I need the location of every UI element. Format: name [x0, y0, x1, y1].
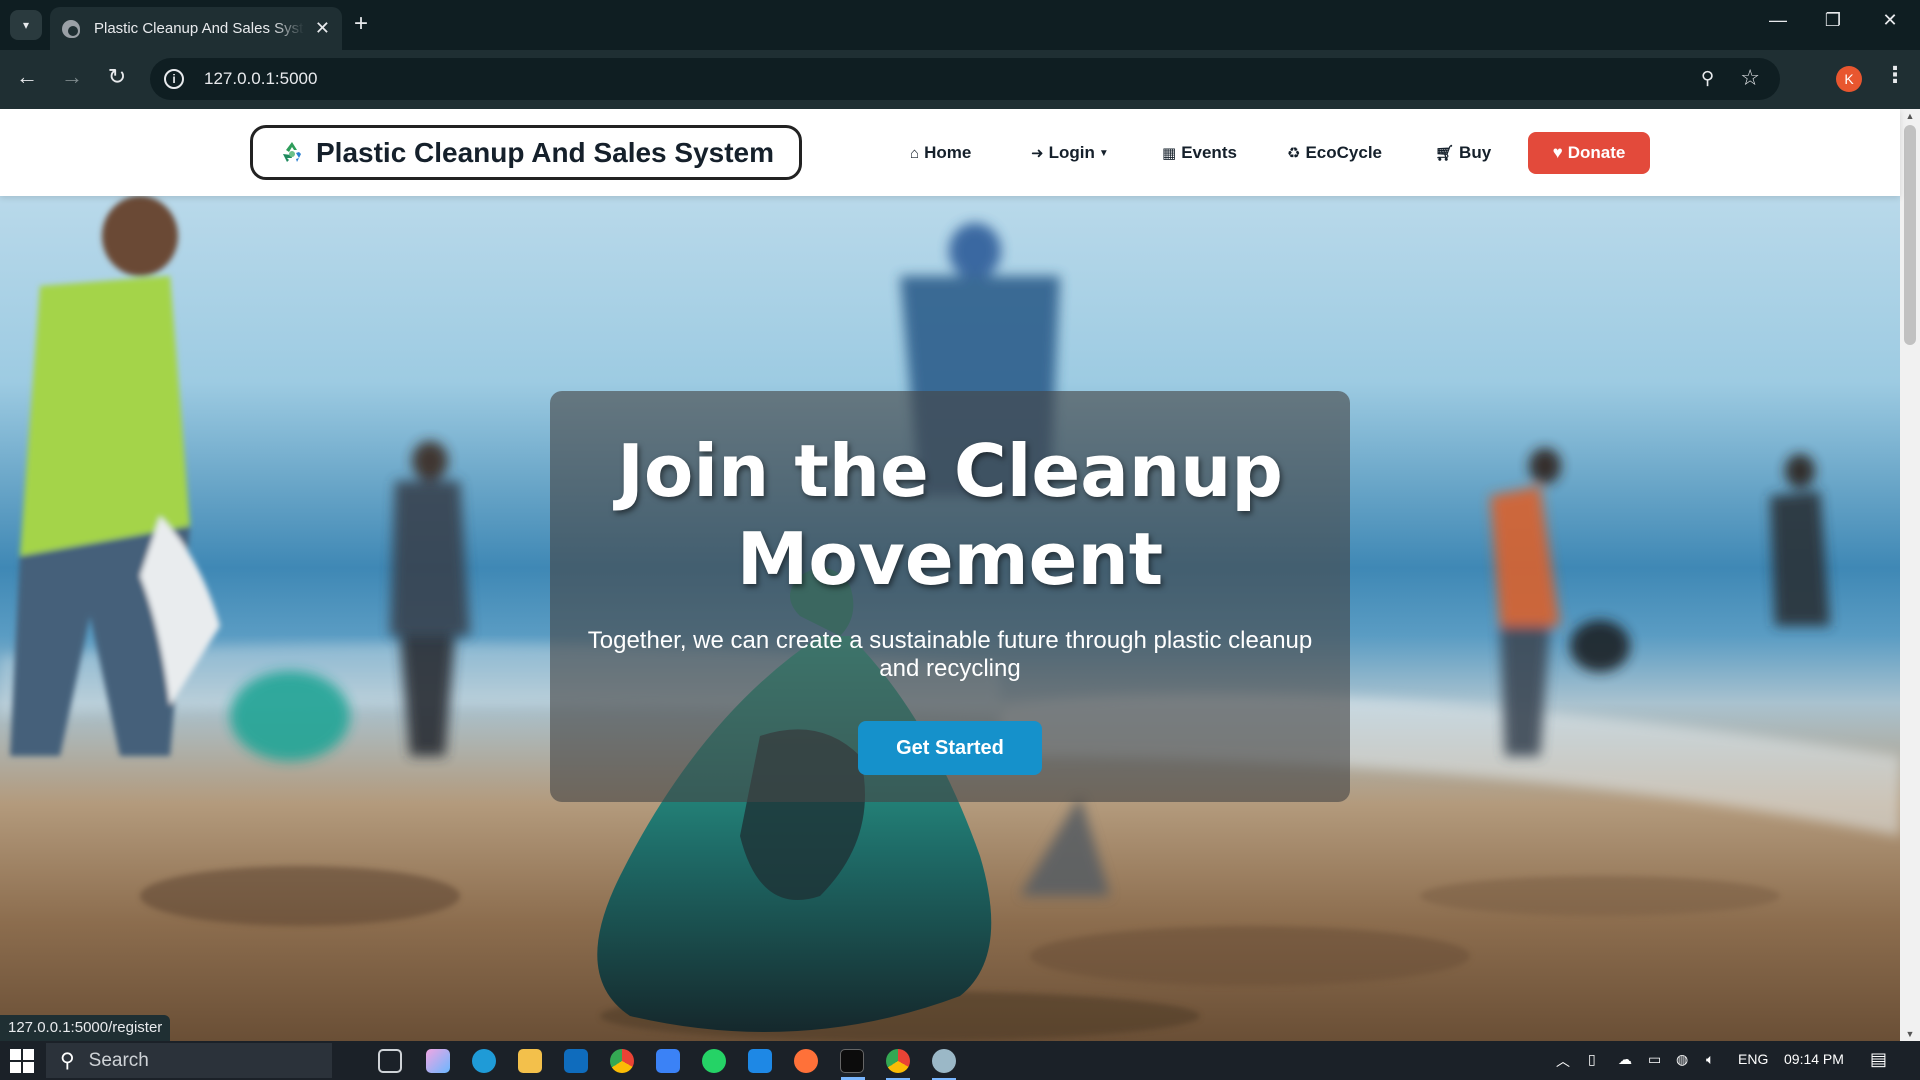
tab-strip: ▾ Plastic Cleanup And Sales System ✕ + —… — [0, 0, 1920, 50]
whatsapp-icon[interactable] — [702, 1049, 726, 1073]
language-indicator[interactable]: ENG — [1738, 1051, 1768, 1067]
nav-login-label: Login — [1048, 143, 1095, 162]
forward-icon[interactable]: → — [57, 64, 87, 90]
get-started-button[interactable]: Get Started — [858, 721, 1042, 775]
nav-buy-label: Buy — [1459, 143, 1492, 162]
windows-start-icon[interactable] — [10, 1049, 34, 1073]
scrollbar-thumb[interactable] — [1904, 125, 1916, 345]
nav-login-dropdown[interactable]: ➜ Login ▼ — [1031, 143, 1109, 163]
page-scrollbar[interactable]: ▲ ▼ — [1900, 109, 1920, 1041]
close-window-icon[interactable]: ✕ — [1870, 10, 1910, 31]
nav-ecocycle[interactable]: ♻ EcoCycle — [1287, 143, 1382, 163]
edge-icon[interactable] — [472, 1049, 496, 1073]
task-view-icon[interactable] — [378, 1049, 402, 1073]
terminal-icon[interactable] — [840, 1049, 865, 1080]
calendar-icon: ▦ — [1162, 145, 1177, 162]
browser-menu-icon[interactable]: ⋮ — [1884, 62, 1906, 88]
site-info-icon[interactable]: i — [164, 69, 184, 89]
minimize-icon[interactable]: — — [1758, 10, 1798, 31]
copilot-icon[interactable] — [426, 1049, 450, 1073]
nav-ecocycle-label: EcoCycle — [1305, 143, 1382, 162]
restore-icon[interactable]: ❐ — [1813, 10, 1853, 31]
recycle-icon — [282, 141, 301, 162]
nav-buy[interactable]: 🛒︎ Buy — [1435, 143, 1491, 163]
volume-icon[interactable]: 🔈︎ — [1706, 1051, 1714, 1068]
nav-events[interactable]: ▦ Events — [1162, 143, 1237, 163]
status-bar-url: 127.0.0.1:5000/register — [0, 1015, 171, 1041]
tab-title: Plastic Cleanup And Sales System — [94, 20, 304, 37]
tab-search-button[interactable]: ▾ — [10, 10, 42, 40]
address-bar[interactable]: i 127.0.0.1:5000 ⚲ ☆ — [150, 58, 1780, 100]
caret-down-icon: ▼ — [1098, 147, 1109, 159]
nav-home[interactable]: ⌂ Home — [910, 143, 971, 163]
url-text[interactable]: 127.0.0.1:5000 — [204, 69, 317, 89]
chrome-icon[interactable] — [610, 1049, 634, 1073]
brand-logo[interactable]: Plastic Cleanup And Sales System — [250, 125, 802, 180]
outlook-icon[interactable] — [564, 1049, 588, 1073]
donate-label: Donate — [1567, 143, 1626, 162]
network-icon[interactable]: ◍ — [1676, 1051, 1688, 1068]
profile-avatar[interactable]: K — [1836, 66, 1862, 92]
browser-toolbar: ← → ↻ i 127.0.0.1:5000 ⚲ ☆ K ⋮ — [0, 50, 1920, 109]
site-navbar: Plastic Cleanup And Sales System ⌂ Home … — [0, 109, 1900, 196]
cloud-icon[interactable]: ☁ — [1618, 1051, 1632, 1068]
recycle-small-icon: ♻ — [1287, 145, 1301, 162]
back-icon[interactable]: ← — [12, 64, 42, 90]
hero-title: Join the Cleanup Movement — [617, 429, 1283, 601]
vscode-icon[interactable] — [748, 1049, 772, 1073]
brand-title: Plastic Cleanup And Sales System — [315, 136, 775, 168]
device-icon[interactable]: ▯ — [1588, 1051, 1596, 1068]
nav-home-label: Home — [924, 143, 972, 162]
cart-icon: 🛒︎ — [1435, 145, 1455, 162]
browser-tab[interactable]: Plastic Cleanup And Sales System ✕ — [50, 7, 342, 50]
bookmark-star-icon[interactable]: ☆ — [1740, 65, 1760, 91]
page-viewport: Plastic Cleanup And Sales System ⌂ Home … — [0, 109, 1920, 1041]
zoom-icon[interactable]: ⚲ — [1701, 68, 1714, 89]
clock[interactable]: 09:14 PM — [1784, 1051, 1844, 1067]
home-icon: ⌂ — [910, 144, 920, 162]
donate-button[interactable]: ♥ Donate — [1528, 132, 1650, 174]
hero-subtitle: Together, we can create a sustainable fu… — [587, 627, 1313, 682]
hero-section: Join the Cleanup Movement Together, we c… — [0, 196, 1900, 1041]
heart-icon: ♥ — [1552, 143, 1563, 162]
firefox-icon[interactable] — [794, 1049, 818, 1073]
windows-taskbar: ⚲ Search ︿ ▯ ☁ ▭ ◍ 🔈︎ ENG 09:14 PM ▤ — [0, 1041, 1920, 1080]
file-explorer-icon[interactable] — [518, 1049, 542, 1073]
app-icon[interactable] — [932, 1049, 956, 1080]
battery-icon[interactable]: ▭ — [1648, 1051, 1661, 1068]
taskbar-search-label: Search — [88, 1049, 149, 1071]
scroll-up-icon[interactable]: ▲ — [1904, 111, 1916, 121]
new-tab-button[interactable]: + — [354, 11, 368, 37]
globe-icon — [62, 19, 80, 38]
taskbar-search[interactable]: ⚲ Search — [46, 1043, 332, 1078]
sign-in-icon: ➜ — [1031, 145, 1044, 162]
scroll-down-icon[interactable]: ▼ — [1904, 1029, 1916, 1039]
nav-events-label: Events — [1181, 143, 1237, 162]
store-icon[interactable] — [656, 1049, 680, 1073]
chrome-active-icon[interactable] — [886, 1049, 910, 1080]
reload-icon[interactable]: ↻ — [102, 64, 132, 90]
close-tab-icon[interactable]: ✕ — [315, 18, 330, 39]
notifications-icon[interactable]: ▤ — [1870, 1049, 1887, 1070]
hero-card: Join the Cleanup Movement Together, we c… — [550, 391, 1350, 802]
tray-overflow-icon[interactable]: ︿ — [1556, 1051, 1570, 1071]
search-icon: ⚲ — [60, 1050, 75, 1072]
